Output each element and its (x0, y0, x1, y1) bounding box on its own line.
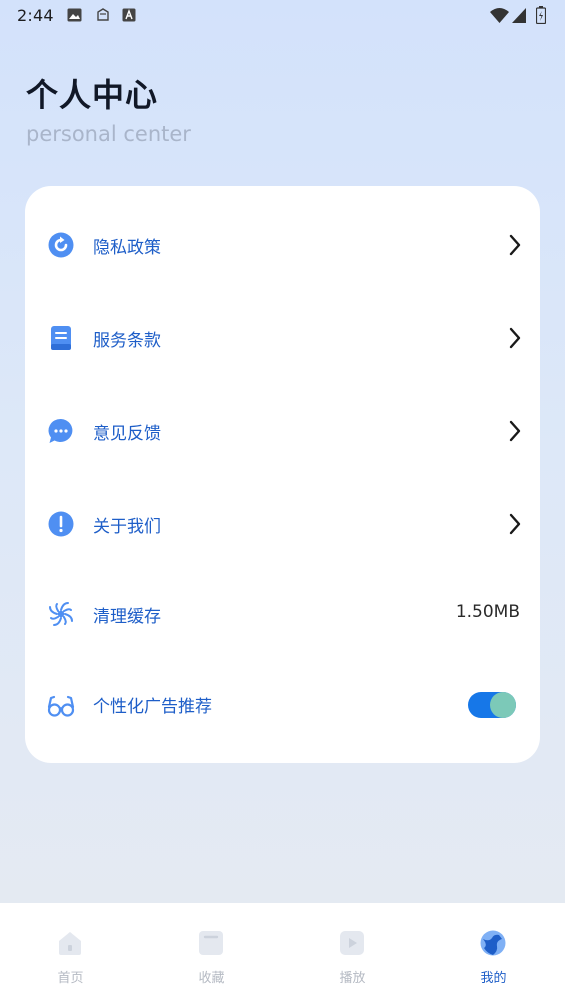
bookmark-icon (199, 931, 223, 955)
tab-label: 首页 (57, 971, 84, 986)
spiral-icon (49, 602, 73, 626)
image-icon (67, 8, 82, 22)
menu-item-label: 隐私政策 (93, 238, 161, 258)
page-title: 个人中心 (26, 76, 159, 114)
menu-item-label: 意见反馈 (93, 424, 161, 444)
play-icon (340, 931, 364, 955)
info-icon (48, 511, 74, 537)
settings-card: 隐私政策 服务条款 意见反馈 关于我们 清理缓存 1.50MB 个性化广告推荐 (25, 186, 540, 763)
chat-icon (48, 418, 73, 443)
wifi-icon (490, 8, 509, 23)
cloud-icon (97, 8, 109, 21)
profile-icon (480, 930, 506, 956)
chevron-right-icon (509, 513, 521, 535)
text-icon (122, 8, 136, 22)
privacy-icon (48, 232, 74, 258)
book-icon (51, 326, 71, 350)
menu-item-personalized-ads: 个性化广告推荐 (25, 672, 540, 736)
personalized-ads-toggle[interactable] (468, 692, 516, 718)
menu-item-about-us[interactable]: 关于我们 (25, 492, 540, 556)
menu-item-label: 个性化广告推荐 (93, 697, 212, 717)
tab-mine[interactable]: 我的 (423, 903, 564, 1004)
tab-label: 播放 (339, 971, 366, 986)
bottom-tab-bar: 首页 收藏 播放 我的 (0, 903, 565, 1004)
chevron-right-icon (509, 420, 521, 442)
home-icon (59, 932, 81, 955)
page-subtitle: personal center (26, 122, 191, 146)
glasses-icon (47, 695, 75, 717)
menu-item-terms-of-service[interactable]: 服务条款 (25, 306, 540, 370)
status-bar: 2:44 (0, 0, 565, 32)
menu-item-feedback[interactable]: 意见反馈 (25, 399, 540, 463)
status-time: 2:44 (17, 6, 54, 25)
tab-play[interactable]: 播放 (282, 903, 423, 1004)
tab-label: 收藏 (198, 971, 225, 986)
tab-home[interactable]: 首页 (0, 903, 141, 1004)
tab-favorites[interactable]: 收藏 (141, 903, 282, 1004)
signal-icon (512, 8, 526, 23)
cache-size-value: 1.50MB (455, 602, 520, 622)
chevron-right-icon (509, 327, 521, 349)
chevron-right-icon (509, 234, 521, 256)
battery-icon (536, 6, 546, 24)
menu-item-label: 服务条款 (93, 331, 161, 351)
toggle-knob (490, 692, 516, 718)
menu-item-label: 清理缓存 (93, 607, 161, 627)
tab-label: 我的 (480, 971, 507, 986)
menu-item-clear-cache[interactable]: 清理缓存 1.50MB (25, 582, 540, 646)
menu-item-label: 关于我们 (93, 517, 161, 537)
menu-item-privacy-policy[interactable]: 隐私政策 (25, 213, 540, 277)
